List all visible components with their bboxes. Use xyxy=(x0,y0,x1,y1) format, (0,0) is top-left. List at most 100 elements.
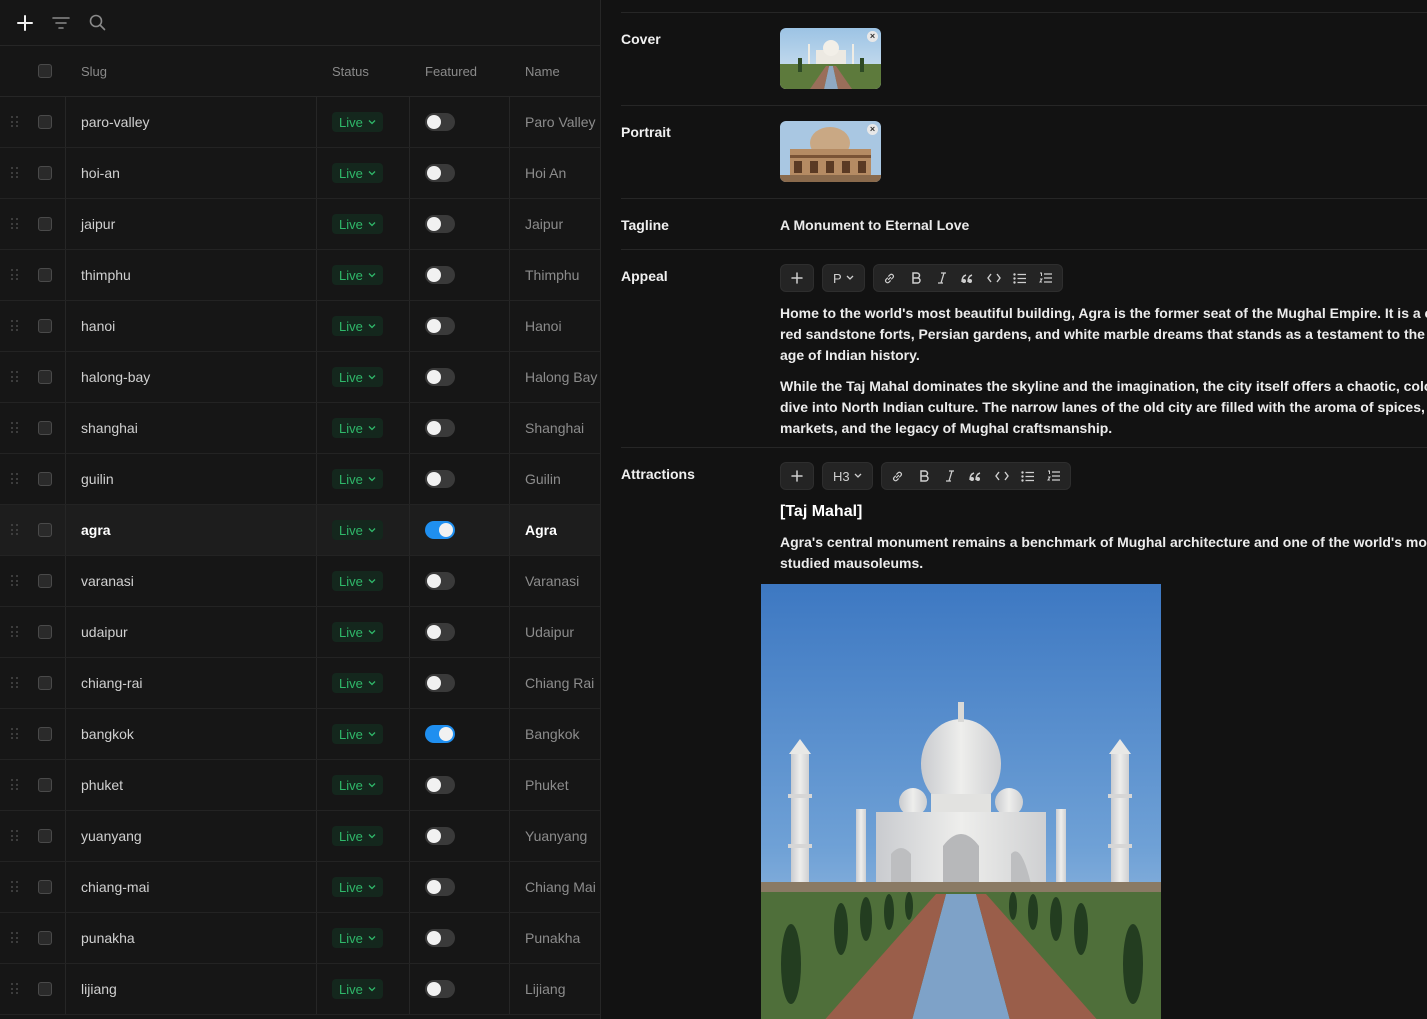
row-name[interactable]: Punakha xyxy=(525,930,580,946)
status-dropdown[interactable]: Live xyxy=(332,826,383,846)
drag-handle[interactable] xyxy=(0,760,30,810)
row-name[interactable]: Lijiang xyxy=(525,981,565,997)
status-dropdown[interactable]: Live xyxy=(332,469,383,489)
table-row[interactable]: bangkok Live Bangkok xyxy=(0,709,600,760)
row-slug[interactable]: varanasi xyxy=(81,573,134,589)
drag-handle[interactable] xyxy=(0,556,30,606)
attraction-description[interactable]: Agra's central monument remains a benchm… xyxy=(780,532,1427,584)
portrait-thumbnail[interactable]: × xyxy=(780,121,881,182)
row-name[interactable]: Phuket xyxy=(525,777,569,793)
row-name[interactable]: Halong Bay xyxy=(525,369,597,385)
status-dropdown[interactable]: Live xyxy=(332,724,383,744)
table-row[interactable]: jaipur Live Jaipur xyxy=(0,199,600,250)
row-name[interactable]: Hanoi xyxy=(525,318,562,334)
featured-toggle[interactable] xyxy=(425,266,455,284)
status-dropdown[interactable]: Live xyxy=(332,673,383,693)
quote-button[interactable] xyxy=(958,268,978,288)
status-dropdown[interactable]: Live xyxy=(332,877,383,897)
row-checkbox[interactable] xyxy=(38,421,52,435)
featured-toggle[interactable] xyxy=(425,827,455,845)
attraction-image[interactable] xyxy=(761,584,1161,1019)
row-name[interactable]: Paro Valley xyxy=(525,114,596,130)
status-dropdown[interactable]: Live xyxy=(332,418,383,438)
featured-toggle[interactable] xyxy=(425,725,455,743)
cover-thumbnail[interactable]: × xyxy=(780,28,881,89)
row-checkbox[interactable] xyxy=(38,472,52,486)
status-dropdown[interactable]: Live xyxy=(332,367,383,387)
row-name[interactable]: Agra xyxy=(525,522,557,538)
block-type-select[interactable]: H3 xyxy=(829,469,866,484)
status-dropdown[interactable]: Live xyxy=(332,316,383,336)
drag-handle[interactable] xyxy=(0,454,30,504)
column-header-featured[interactable]: Featured xyxy=(410,46,510,96)
featured-toggle[interactable] xyxy=(425,317,455,335)
row-name[interactable]: Hoi An xyxy=(525,165,566,181)
table-row[interactable]: halong-bay Live Halong Bay xyxy=(0,352,600,403)
row-checkbox[interactable] xyxy=(38,982,52,996)
row-slug[interactable]: yuanyang xyxy=(81,828,142,844)
row-slug[interactable]: bangkok xyxy=(81,726,134,742)
status-dropdown[interactable]: Live xyxy=(332,265,383,285)
table-row[interactable]: hanoi Live Hanoi xyxy=(0,301,600,352)
row-checkbox[interactable] xyxy=(38,370,52,384)
select-all-checkbox[interactable] xyxy=(38,64,52,78)
row-name[interactable]: Varanasi xyxy=(525,573,579,589)
row-slug[interactable]: chiang-rai xyxy=(81,675,142,691)
featured-toggle[interactable] xyxy=(425,572,455,590)
status-dropdown[interactable]: Live xyxy=(332,112,383,132)
row-checkbox[interactable] xyxy=(38,166,52,180)
row-name[interactable]: Thimphu xyxy=(525,267,579,283)
featured-toggle[interactable] xyxy=(425,674,455,692)
featured-toggle[interactable] xyxy=(425,929,455,947)
link-button[interactable] xyxy=(880,268,900,288)
italic-button[interactable] xyxy=(932,268,952,288)
row-checkbox[interactable] xyxy=(38,727,52,741)
table-row[interactable]: paro-valley Live Paro Valley xyxy=(0,97,600,148)
status-dropdown[interactable]: Live xyxy=(332,571,383,591)
status-dropdown[interactable]: Live xyxy=(332,214,383,234)
status-dropdown[interactable]: Live xyxy=(332,979,383,999)
row-slug[interactable]: guilin xyxy=(81,471,114,487)
code-button[interactable] xyxy=(992,466,1012,486)
bold-button[interactable] xyxy=(906,268,926,288)
table-row[interactable]: lijiang Live Lijiang xyxy=(0,964,600,1015)
row-slug[interactable]: halong-bay xyxy=(81,369,150,385)
filter-button[interactable] xyxy=(50,12,72,34)
appeal-content[interactable]: Home to the world's most beautiful build… xyxy=(780,303,1427,449)
featured-toggle[interactable] xyxy=(425,164,455,182)
bullet-list-button[interactable] xyxy=(1018,466,1038,486)
table-row[interactable]: yuanyang Live Yuanyang xyxy=(0,811,600,862)
column-header-name[interactable]: Name xyxy=(510,46,600,96)
featured-toggle[interactable] xyxy=(425,878,455,896)
row-slug[interactable]: thimphu xyxy=(81,267,131,283)
insert-block-button[interactable] xyxy=(787,268,807,288)
row-name[interactable]: Jaipur xyxy=(525,216,563,232)
insert-block-button[interactable] xyxy=(787,466,807,486)
link-button[interactable] xyxy=(888,466,908,486)
italic-button[interactable] xyxy=(940,466,960,486)
add-button[interactable] xyxy=(14,12,36,34)
featured-toggle[interactable] xyxy=(425,980,455,998)
bullet-list-button[interactable] xyxy=(1010,268,1030,288)
row-checkbox[interactable] xyxy=(38,217,52,231)
drag-handle[interactable] xyxy=(0,658,30,708)
row-name[interactable]: Chiang Mai xyxy=(525,879,596,895)
row-slug[interactable]: punakha xyxy=(81,930,135,946)
row-checkbox[interactable] xyxy=(38,829,52,843)
drag-handle[interactable] xyxy=(0,148,30,198)
ordered-list-button[interactable] xyxy=(1036,268,1056,288)
row-checkbox[interactable] xyxy=(38,574,52,588)
row-checkbox[interactable] xyxy=(38,880,52,894)
row-slug[interactable]: agra xyxy=(81,522,111,538)
drag-handle[interactable] xyxy=(0,709,30,759)
featured-toggle[interactable] xyxy=(425,623,455,641)
row-slug[interactable]: hoi-an xyxy=(81,165,120,181)
row-slug[interactable]: paro-valley xyxy=(81,114,149,130)
table-row[interactable]: guilin Live Guilin xyxy=(0,454,600,505)
status-dropdown[interactable]: Live xyxy=(332,163,383,183)
remove-cover-button[interactable]: × xyxy=(867,31,878,42)
row-slug[interactable]: hanoi xyxy=(81,318,115,334)
featured-toggle[interactable] xyxy=(425,521,455,539)
column-header-status[interactable]: Status xyxy=(317,46,410,96)
search-button[interactable] xyxy=(86,12,108,34)
